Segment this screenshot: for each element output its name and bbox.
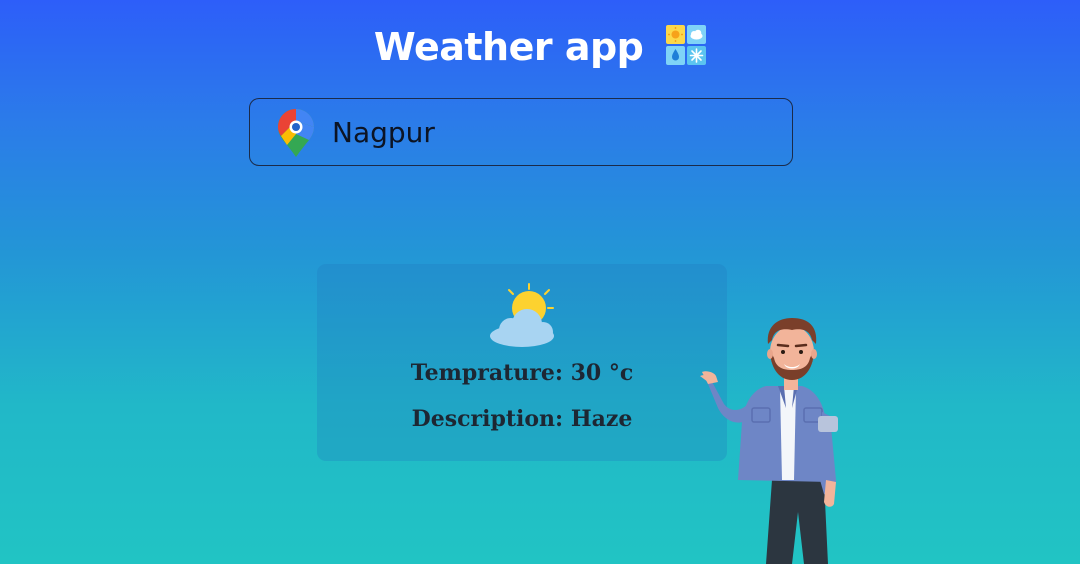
search-box[interactable] — [249, 98, 793, 166]
weather-tiles-icon — [666, 24, 707, 65]
temperature-label: Temprature: 30 °c — [410, 360, 634, 386]
description-label: Description: Haze — [411, 406, 633, 432]
city-search-input[interactable] — [332, 109, 772, 155]
presenter-illustration — [700, 318, 838, 564]
weather-card: Temprature: 30 °c Description: Haze — [317, 264, 727, 461]
app-title: Weather app — [373, 24, 644, 69]
sun-behind-cloud-icon — [490, 283, 554, 347]
map-pin-icon — [278, 109, 314, 157]
app-header: Weather app — [0, 20, 1080, 71]
